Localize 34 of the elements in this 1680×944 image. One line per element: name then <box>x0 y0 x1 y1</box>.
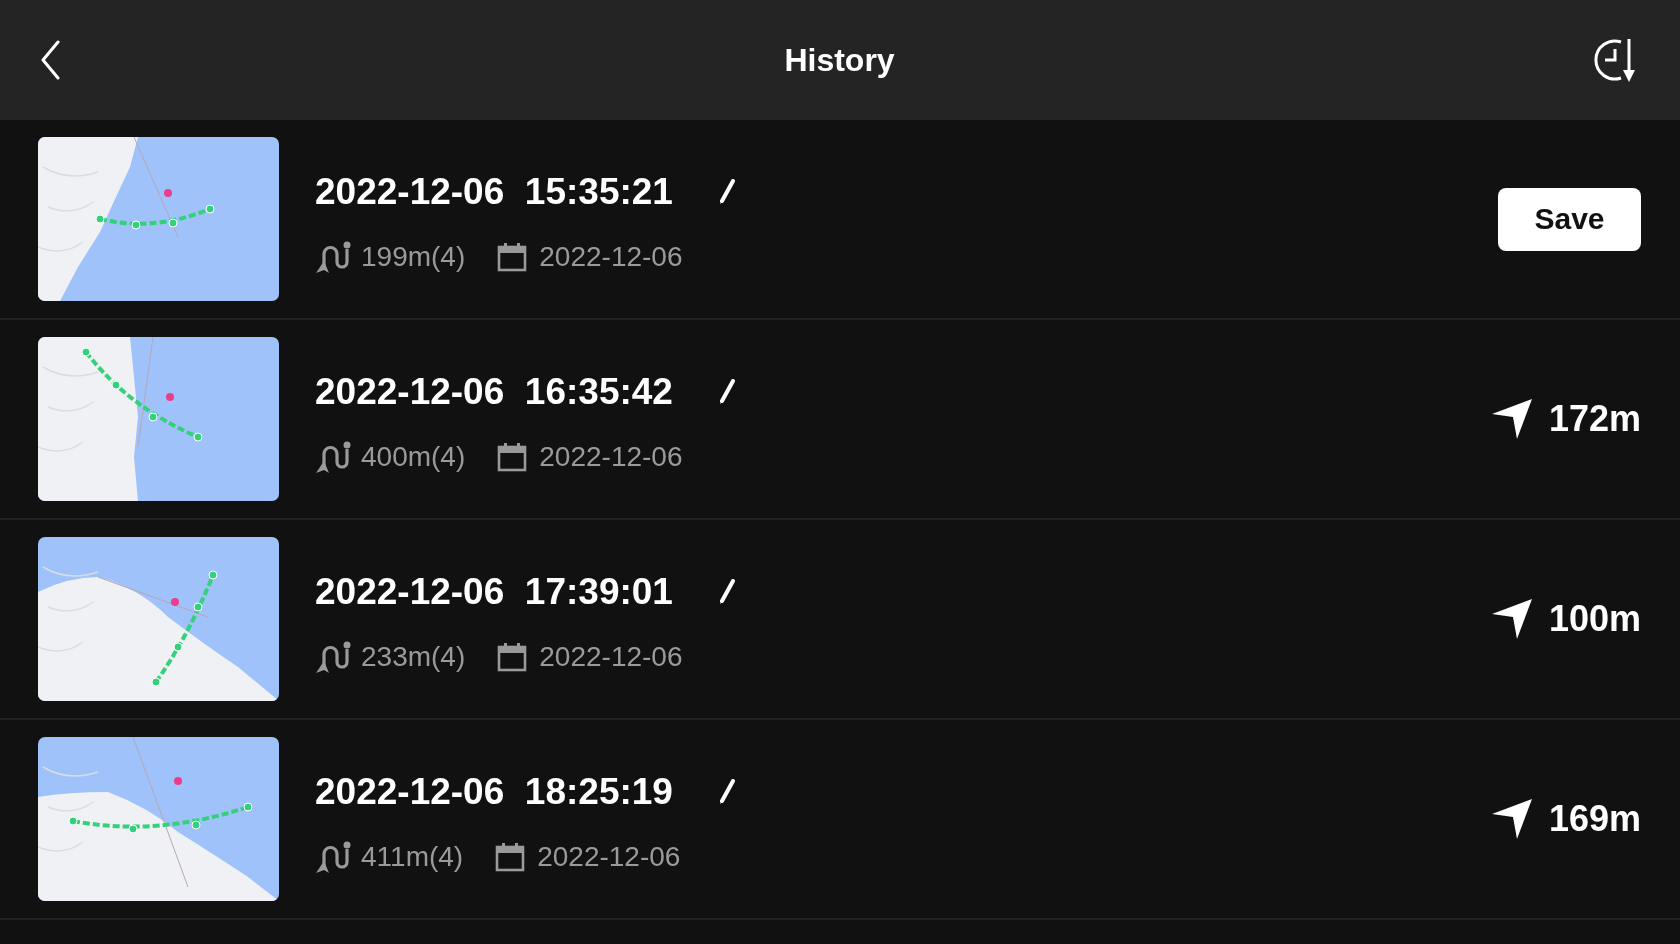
distance-text: 172m <box>1548 398 1641 440</box>
route-icon <box>315 440 351 474</box>
record-date-text: 2022-12-06 <box>539 440 683 474</box>
pencil-icon[interactable] <box>717 379 736 405</box>
back-icon <box>40 40 60 80</box>
save-button[interactable]: Save <box>1498 187 1641 251</box>
navigation-arrow-icon <box>1491 799 1532 839</box>
record-date-text: 2022-12-06 <box>537 840 681 874</box>
route-icon <box>315 640 351 674</box>
record-title: 2022-12-06 15:35:21 <box>315 170 673 214</box>
record-title: 2022-12-06 16:35:42 <box>315 370 673 414</box>
route-icon <box>315 840 351 874</box>
calendar-icon <box>495 842 526 872</box>
record-date-text: 2022-12-06 <box>539 240 683 274</box>
route-length-text: 411m(4) <box>361 840 464 874</box>
record-date-text: 2022-12-06 <box>539 640 683 674</box>
pencil-icon[interactable] <box>717 779 736 805</box>
pencil-icon[interactable] <box>717 579 736 605</box>
route-length-text: 199m(4) <box>361 240 466 274</box>
navigation-arrow-icon <box>1491 399 1532 439</box>
back-button[interactable] <box>40 40 60 80</box>
route-length-text: 233m(4) <box>361 640 466 674</box>
record-title: 2022-12-06 18:25:19 <box>315 770 673 814</box>
calendar-icon <box>497 442 528 472</box>
calendar-icon <box>497 642 528 672</box>
calendar-icon <box>497 242 528 272</box>
record-title: 2022-12-06 17:39:01 <box>315 570 673 614</box>
distance-text: 100m <box>1548 598 1641 640</box>
route-length-text: 400m(4) <box>361 440 466 474</box>
route-icon <box>315 240 351 274</box>
page-title: History <box>784 41 895 79</box>
navigation-arrow-icon <box>1491 599 1532 639</box>
distance-text: 169m <box>1548 798 1641 840</box>
pencil-icon[interactable] <box>717 179 736 205</box>
